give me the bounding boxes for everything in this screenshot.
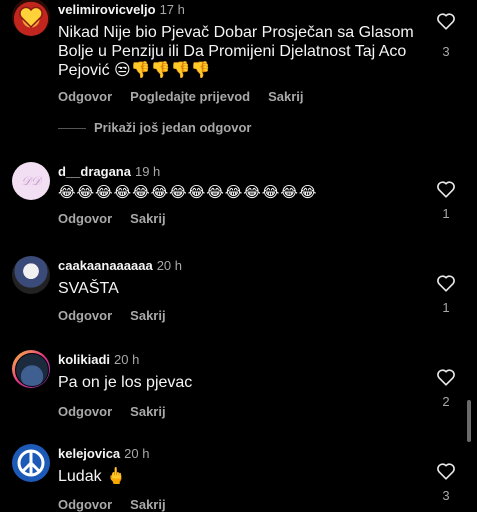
like-count: 3 [442, 44, 450, 59]
timestamp: 19 h [134, 164, 161, 179]
username[interactable]: kolikiadi [58, 352, 110, 367]
heart-avatar-graphic [19, 6, 43, 29]
username[interactable]: velimirovicveljo [58, 2, 156, 17]
hide-button[interactable]: Sakrij [130, 308, 165, 323]
username[interactable]: kelejovica [58, 446, 120, 461]
comment-text: Ludak 🖕 [58, 468, 126, 485]
comment-velimirovicveljo: velimirovicveljo 17 h Nikad Nije bio Pjev… [0, 0, 477, 110]
comment-text: SVAŠTA [58, 280, 119, 297]
heart-outline-icon [437, 181, 455, 198]
comment-actions: Odgovor Pogledajte prijevod Sakrij [58, 89, 427, 104]
reply-button[interactable]: Odgovor [58, 308, 112, 323]
show-more-replies-button[interactable]: Prikaži još jedan odgovor [58, 120, 251, 135]
avatar[interactable] [12, 350, 50, 388]
hide-button[interactable]: Sakrij [130, 211, 165, 226]
timestamp: 20 h [156, 258, 183, 273]
like-count: 2 [442, 394, 450, 409]
heart-outline-icon [437, 463, 455, 480]
timestamp: 20 h [124, 446, 150, 461]
comment-text: Pa on je los pjevac [58, 374, 193, 391]
comment-text: 😂😂😂😂😂😂😂😂😂😂😂😂😂😂 [58, 184, 318, 201]
scrollbar[interactable] [467, 400, 471, 442]
avatar-monogram: 𝒟𝒟 [21, 173, 41, 188]
divider [58, 128, 86, 130]
timestamp: 17 h [159, 2, 185, 17]
comment-caakaanaaaaaa: caakaanaaaaaa 20 h SVAŠTA Odgovor Sakrij 1 [0, 256, 477, 326]
like-button[interactable]: 3 [435, 462, 457, 503]
comment-actions: Odgovor Sakrij [58, 404, 427, 419]
reply-button[interactable]: Odgovor [58, 497, 112, 512]
avatar[interactable] [12, 256, 50, 294]
avatar[interactable] [12, 0, 50, 36]
avatar[interactable] [12, 444, 50, 482]
like-button[interactable]: 2 [435, 368, 457, 409]
like-button[interactable]: 3 [435, 12, 457, 59]
comment-actions: Odgovor Sakrij [58, 308, 427, 323]
heart-outline-icon [437, 369, 455, 386]
username[interactable]: d__dragana [58, 164, 131, 179]
comment-text: Nikad Nije bio Pjevač Dobar Prosječan sa… [58, 24, 414, 79]
reply-button[interactable]: Odgovor [58, 89, 112, 104]
hide-button[interactable]: Sakrij [130, 497, 165, 512]
like-button[interactable]: 1 [435, 274, 457, 315]
comment-kolikiadi: kolikiadi 20 h Pa on je los pjevac Odgovo… [0, 350, 477, 420]
show-more-replies-label: Prikaži još jedan odgovor [94, 120, 252, 135]
comment-actions: Odgovor Sakrij [58, 211, 427, 226]
like-button[interactable]: 1 [435, 180, 457, 221]
hide-button[interactable]: Sakrij [268, 89, 303, 104]
like-count: 1 [442, 206, 450, 221]
comment-d__dragana: 𝒟𝒟 d__dragana 19 h 😂😂😂😂😂😂😂😂😂😂😂😂😂😂 Odgovor… [0, 162, 477, 232]
reply-button[interactable]: Odgovor [58, 211, 112, 226]
see-translation-button[interactable]: Pogledajte prijevod [130, 89, 250, 104]
like-count: 1 [442, 300, 450, 315]
hide-button[interactable]: Sakrij [130, 404, 165, 419]
like-count: 3 [442, 488, 450, 503]
heart-outline-icon [437, 275, 455, 292]
username[interactable]: caakaanaaaaaa [58, 258, 153, 273]
timestamp: 20 h [114, 352, 140, 367]
peace-sign-icon [17, 449, 45, 477]
avatar-photo [15, 353, 49, 387]
heart-outline-icon [437, 13, 455, 30]
comment-kelejovica: kelejovica 20 h Ludak 🖕 Odgovor Sakrij 3 [0, 444, 477, 512]
avatar[interactable]: 𝒟𝒟 [12, 162, 50, 200]
reply-button[interactable]: Odgovor [58, 404, 112, 419]
comment-actions: Odgovor Sakrij [58, 497, 427, 512]
